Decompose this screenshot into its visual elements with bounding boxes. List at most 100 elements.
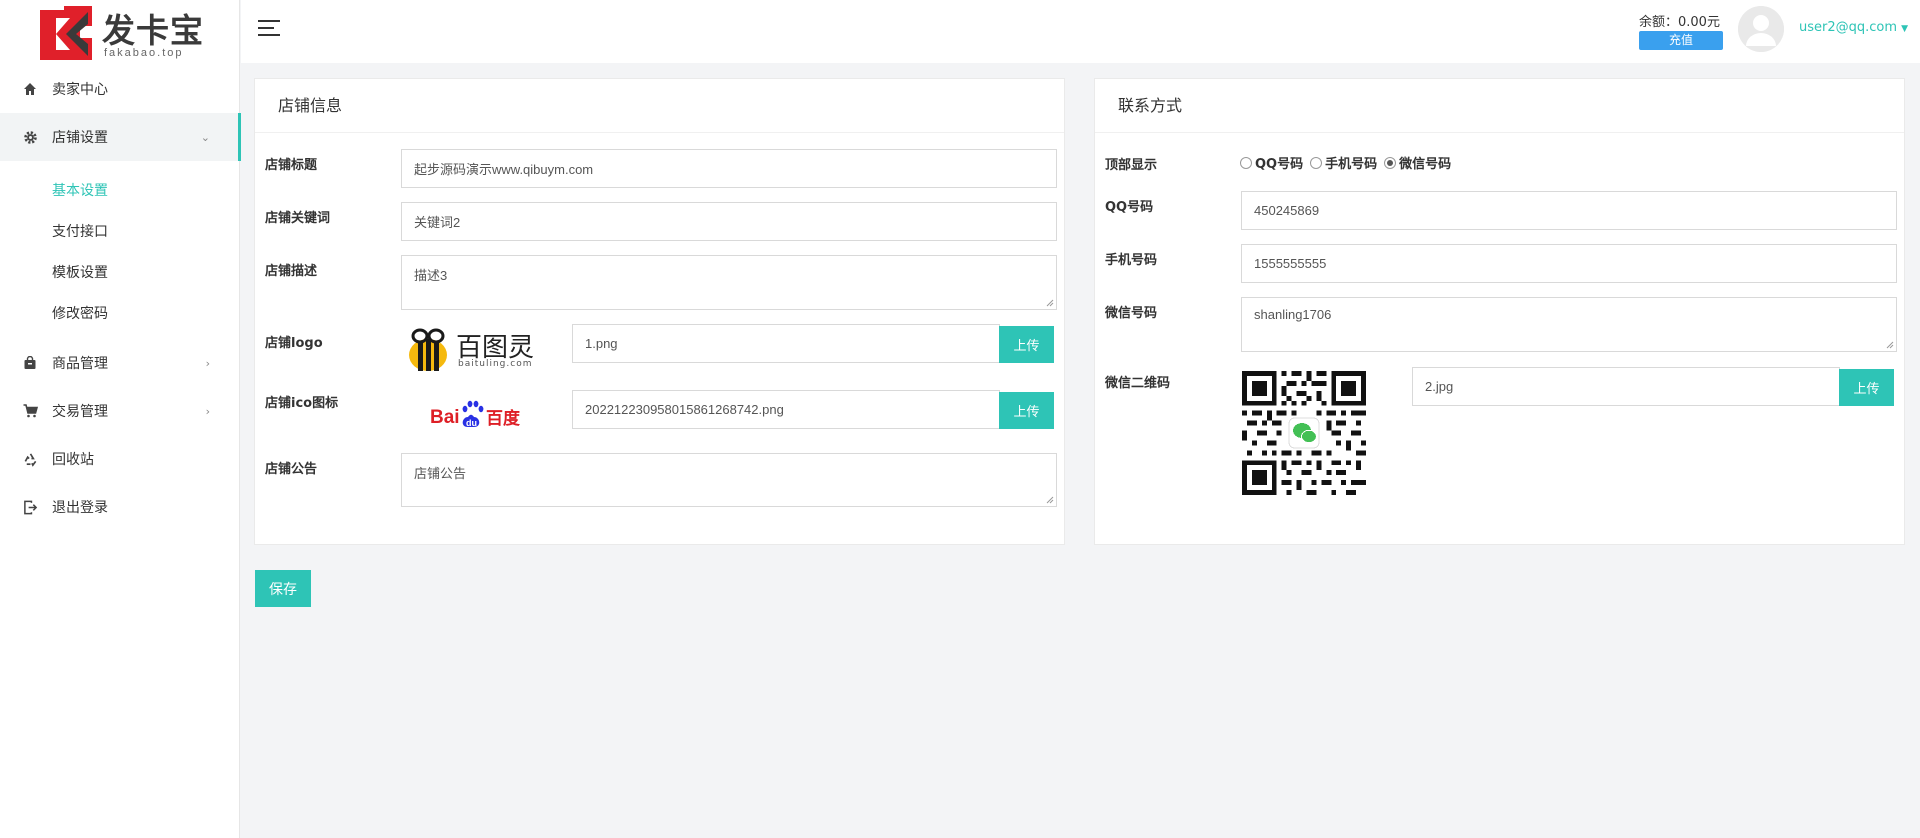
field-label: 顶部显示 — [1105, 158, 1158, 173]
resize-grip-icon[interactable] — [1886, 341, 1894, 349]
top-display-radio-group: QQ号码 手机号码 微信号码 — [1240, 153, 1458, 172]
user-menu[interactable]: user2@qq.com ▼ — [1799, 20, 1908, 35]
logo-preview-sub: baituling.com — [458, 359, 533, 369]
radio-phone[interactable]: 手机号码 — [1310, 153, 1377, 172]
menu-toggle-icon[interactable] — [258, 20, 280, 38]
logo-file-input[interactable]: 1.png — [572, 324, 1000, 363]
radio-circle-selected[interactable] — [1384, 156, 1397, 169]
sidebar-subitem-template[interactable]: 模板设置 — [0, 251, 240, 292]
brand-logo[interactable]: 发卡宝 fakabao.top — [36, 2, 206, 62]
ico-upload-button[interactable]: 上传 — [999, 392, 1054, 429]
shop-title-input[interactable]: 起步源码演示www.qibuym.com — [401, 149, 1057, 188]
field-label: 店铺ico图标 — [265, 396, 339, 411]
ico-file-input[interactable]: 20221223095801586126874‌2.png — [572, 390, 1000, 429]
cart-icon — [22, 403, 38, 419]
sidebar-subitem-payment[interactable]: 支付接口 — [0, 210, 240, 251]
chevron-down-icon: ⌄ — [200, 131, 210, 144]
form-row-qq: QQ号码 450245869 — [1095, 191, 1904, 231]
form-row-wechat: 微信号码 shanling1706 — [1095, 297, 1904, 352]
sidebar-item-transactions[interactable]: 交易管理 › — [0, 387, 240, 435]
bag-icon — [22, 355, 38, 371]
wechat-qr-code-image — [1242, 371, 1366, 495]
description-textarea[interactable]: 描述3 — [401, 255, 1057, 310]
user-email: user2@qq.com — [1799, 20, 1898, 35]
sidebar-item-recycle-bin[interactable]: 回收站 — [0, 435, 240, 483]
recharge-button[interactable]: 充值 — [1639, 31, 1723, 50]
logo-preview: 百图灵 baituling.com — [404, 325, 544, 373]
balance-text: 余额：0.00元 — [1639, 15, 1720, 30]
form-row-logo: 店铺logo 百图灵 baituling.com 1.png 上传 — [255, 324, 1064, 374]
sidebar-subitem-password[interactable]: 修改密码 — [0, 292, 240, 333]
form-row-keywords: 店铺关键词 关键词2 — [255, 202, 1064, 242]
radio-label: QQ号码 — [1255, 157, 1304, 172]
form-row-top-display: 顶部显示 QQ号码 手机号码 微信号码 — [1095, 149, 1904, 179]
sidebar: 发卡宝 fakabao.top 卖家中心 店铺设置 ⌄ 基本设置 支付接口 模板… — [0, 0, 241, 838]
save-button[interactable]: 保存 — [255, 570, 311, 607]
keywords-input[interactable]: 关键词2 — [401, 202, 1057, 241]
form-row-ico: 店铺ico图标 Bai du 百度 2022122309580158612687… — [255, 390, 1064, 440]
avatar[interactable] — [1738, 6, 1784, 52]
form-row-shop-title: 店铺标题 起步源码演示www.qibuym.com — [255, 149, 1064, 189]
svg-text:百度: 百度 — [486, 408, 521, 429]
field-label: 微信号码 — [1105, 306, 1158, 321]
svg-text:Bai: Bai — [430, 407, 460, 428]
field-label: 店铺描述 — [265, 264, 318, 279]
notice-textarea[interactable]: 店铺公告 — [401, 453, 1057, 507]
sidebar-item-products[interactable]: 商品管理 › — [0, 339, 240, 387]
phone-input[interactable]: 1555555555 — [1241, 244, 1897, 283]
wechat-textarea[interactable]: shanling1706 — [1241, 297, 1897, 352]
wechat-qr-upload-button[interactable]: 上传 — [1839, 369, 1894, 406]
caret-down-icon: ▼ — [1901, 24, 1909, 34]
brand-name: 发卡宝 — [102, 11, 204, 50]
resize-grip-icon[interactable] — [1046, 496, 1054, 504]
radio-wechat[interactable]: 微信号码 — [1384, 153, 1451, 172]
recycle-icon — [22, 451, 38, 467]
home-icon — [22, 81, 38, 97]
field-label: 手机号码 — [1105, 253, 1158, 268]
notice-text: 店铺公告 — [414, 466, 467, 481]
gear-icon — [22, 129, 38, 145]
field-label: 店铺关键词 — [265, 211, 331, 226]
radio-qq[interactable]: QQ号码 — [1240, 153, 1303, 172]
form-row-phone: 手机号码 1555555555 — [1095, 244, 1904, 284]
field-label: 微信二维码 — [1105, 376, 1171, 391]
sidebar-item-label: 退出登录 — [52, 500, 108, 516]
bee-icon — [409, 328, 447, 371]
description-text: 描述3 — [414, 268, 448, 283]
sidebar-item-shop-settings[interactable]: 店铺设置 ⌄ — [0, 113, 241, 161]
sidebar-item-label: 交易管理 — [52, 404, 108, 420]
field-label: 店铺logo — [265, 336, 323, 351]
brand-logo-mark — [40, 6, 92, 60]
wechat-qr-file-input[interactable]: 2.jpg — [1412, 367, 1840, 406]
sidebar-item-label: 回收站 — [52, 452, 94, 468]
sidebar-item-label: 商品管理 — [52, 356, 108, 372]
ico-preview: Bai du 百度 — [430, 395, 522, 431]
sidebar-menu: 卖家中心 店铺设置 ⌄ 基本设置 支付接口 模板设置 修改密码 商品管理 › 交… — [0, 65, 241, 531]
form-row-notice: 店铺公告 店铺公告 — [255, 453, 1064, 508]
field-label: 店铺公告 — [265, 462, 318, 477]
shop-settings-submenu: 基本设置 支付接口 模板设置 修改密码 — [0, 161, 240, 339]
wechat-text: shanling1706 — [1254, 307, 1332, 322]
chevron-right-icon: › — [205, 405, 210, 418]
shop-info-panel: 店铺信息 店铺标题 起步源码演示www.qibuym.com 店铺关键词 关键词… — [254, 78, 1065, 545]
sidebar-subitem-basic-settings[interactable]: 基本设置 — [0, 169, 240, 210]
sidebar-item-label: 卖家中心 — [52, 82, 108, 98]
top-header: 余额：0.00元 充值 user2@qq.com ▼ — [241, 0, 1920, 63]
brand-domain: fakabao.top — [104, 47, 184, 59]
radio-label: 微信号码 — [1399, 157, 1452, 172]
logout-icon — [22, 499, 38, 515]
contact-panel: 联系方式 顶部显示 QQ号码 手机号码 微信号码 QQ号码 450245869 … — [1094, 78, 1905, 545]
form-row-description: 店铺描述 描述3 — [255, 255, 1064, 310]
sidebar-item-logout[interactable]: 退出登录 — [0, 483, 240, 531]
logo-upload-button[interactable]: 上传 — [999, 326, 1054, 363]
chevron-right-icon: › — [205, 357, 210, 370]
qq-input[interactable]: 450245869 — [1241, 191, 1897, 230]
baidu-logo-icon: Bai du 百度 — [430, 400, 521, 429]
radio-circle[interactable] — [1310, 156, 1323, 169]
svg-text:du: du — [466, 418, 477, 428]
sidebar-item-seller-center[interactable]: 卖家中心 — [0, 65, 240, 113]
resize-grip-icon[interactable] — [1046, 299, 1054, 307]
radio-circle[interactable] — [1240, 156, 1252, 169]
sidebar-item-label: 店铺设置 — [52, 130, 108, 146]
panel-title: 联系方式 — [1095, 79, 1904, 133]
